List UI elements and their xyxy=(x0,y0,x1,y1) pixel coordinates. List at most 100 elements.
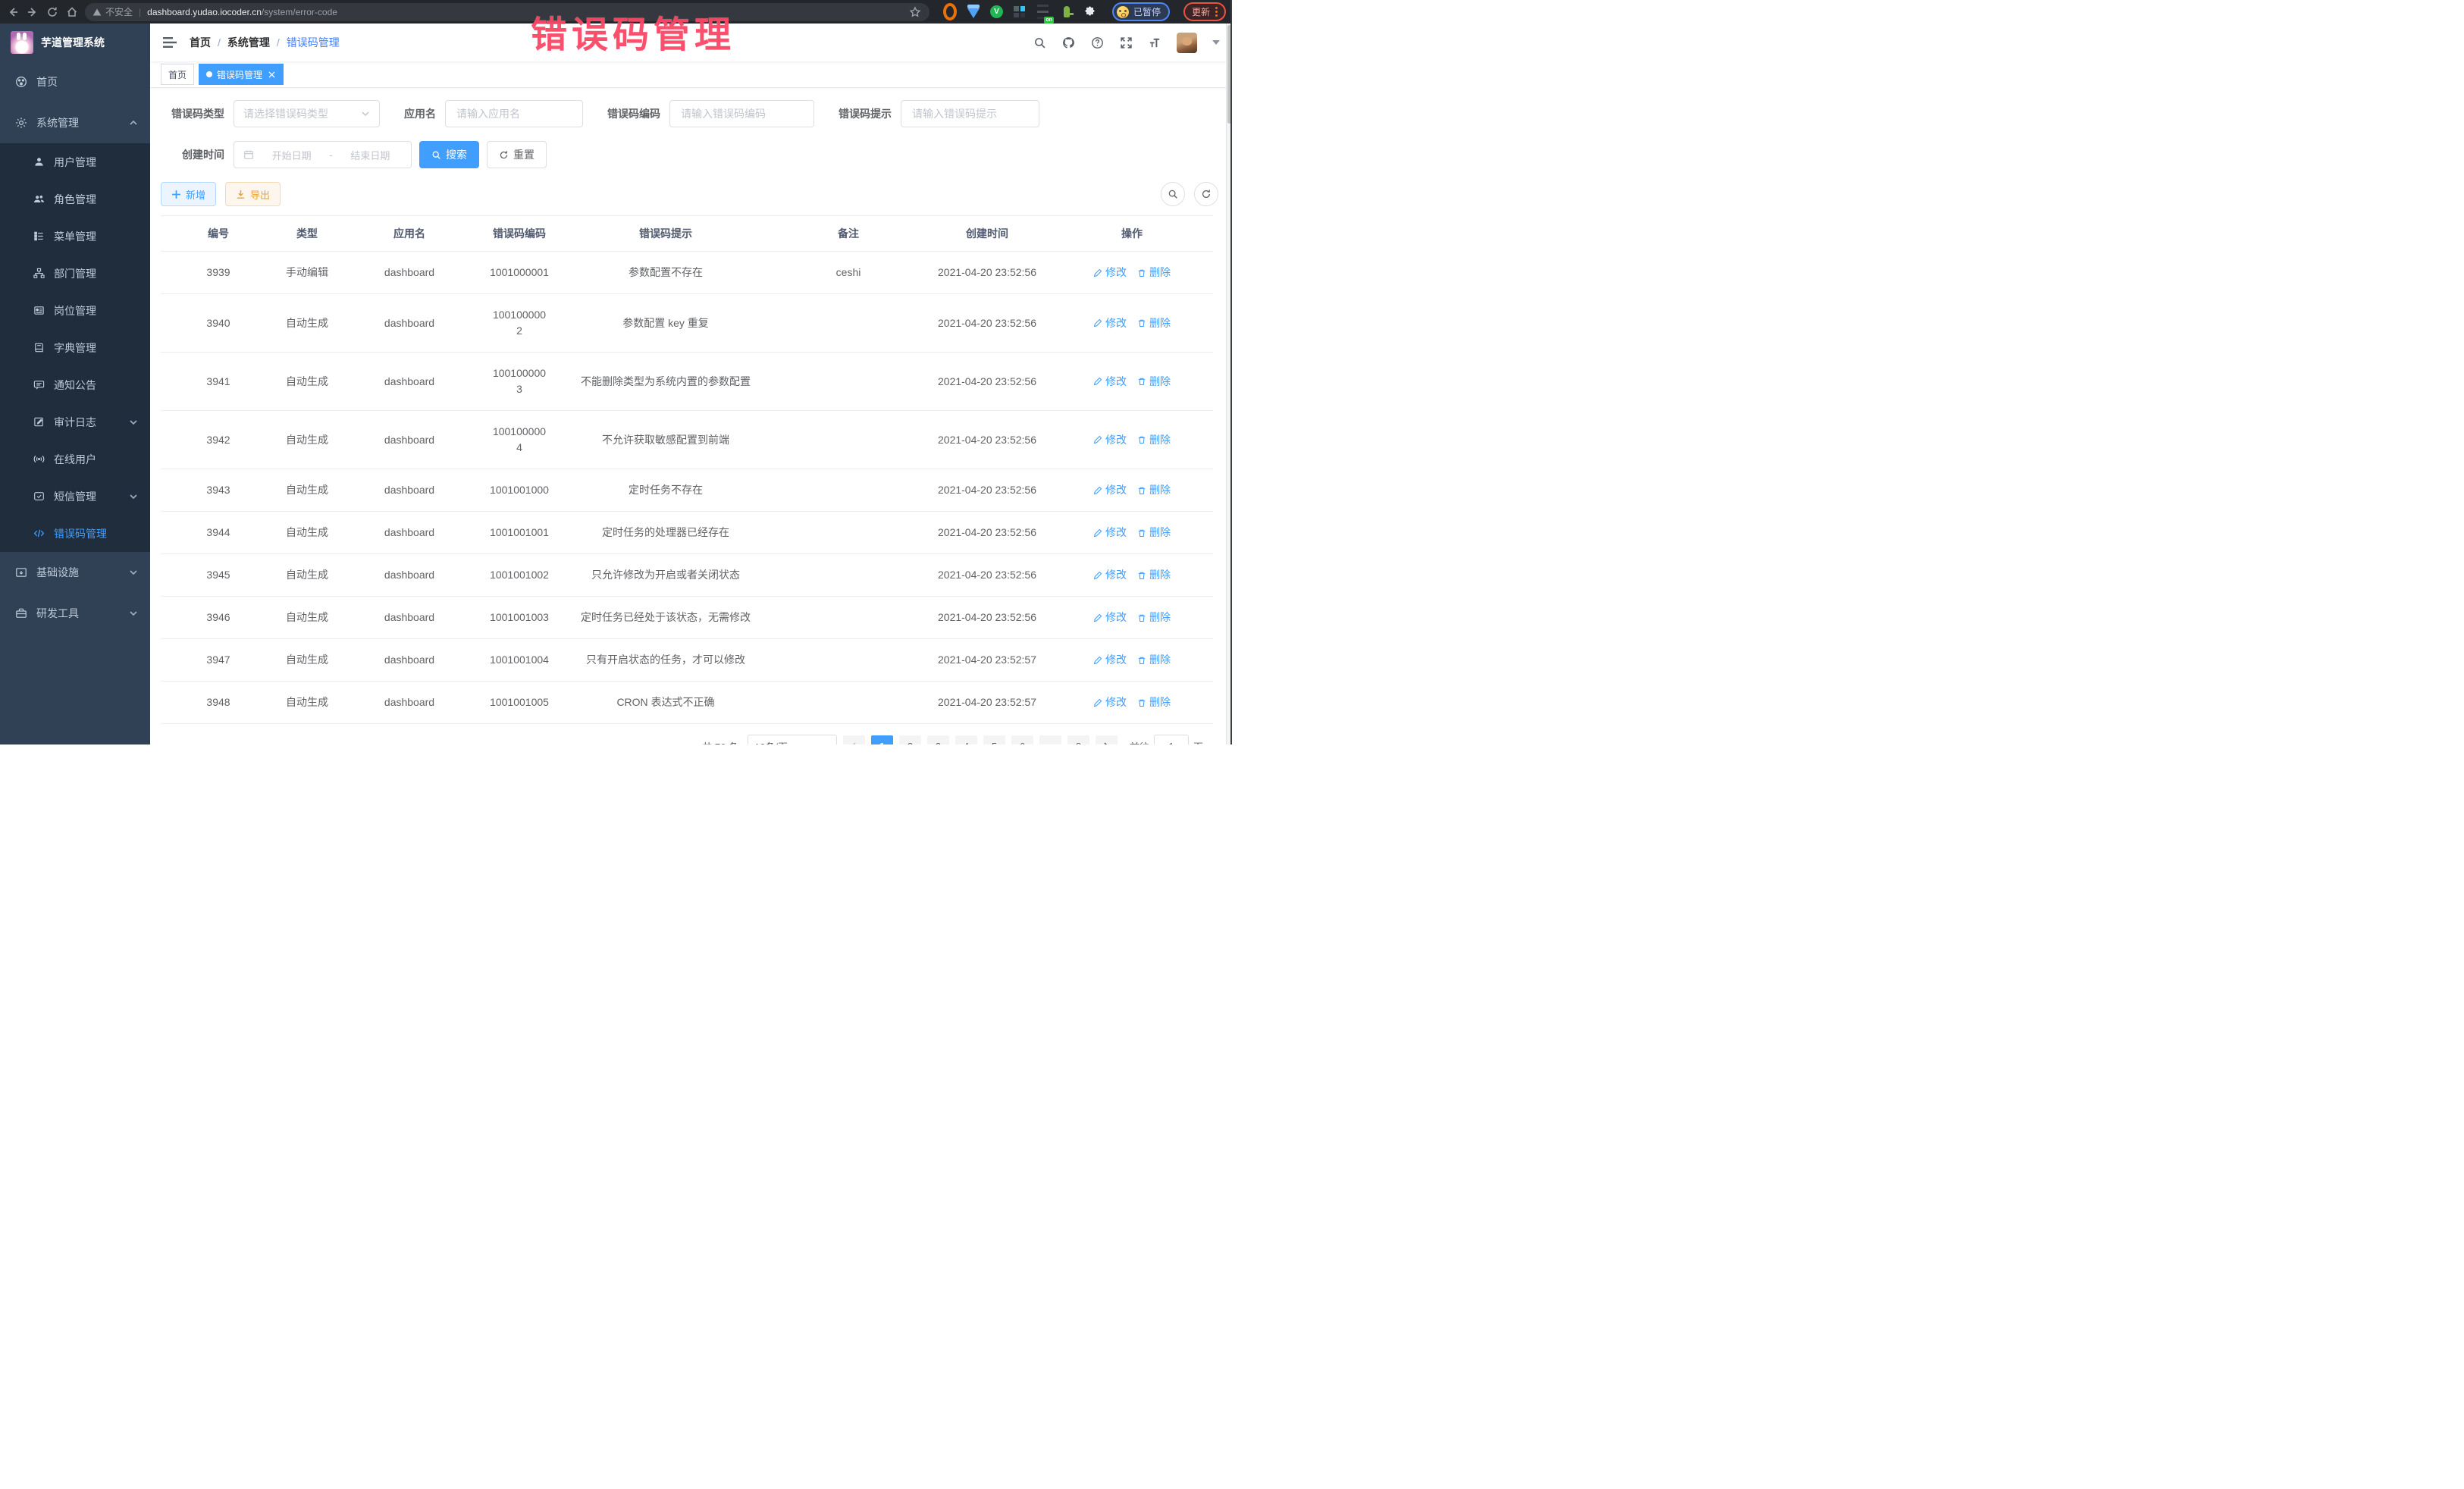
back-icon[interactable] xyxy=(6,5,20,19)
sidebar-item-home[interactable]: 首页 xyxy=(0,61,150,102)
page-button-2[interactable]: 2 xyxy=(899,735,921,744)
page-button-5[interactable]: 5 xyxy=(983,735,1005,744)
github-icon[interactable] xyxy=(1061,36,1075,49)
not-secure-warning[interactable]: 不安全 xyxy=(92,5,133,18)
more-pages-button[interactable] xyxy=(1039,735,1061,744)
help-icon[interactable] xyxy=(1090,36,1104,49)
sidebar-item-notices[interactable]: 通知公告 xyxy=(0,366,150,403)
error-code-input[interactable] xyxy=(679,107,804,121)
avatar-caret-icon[interactable] xyxy=(1212,40,1220,45)
sidebar-logo[interactable]: 芋道管理系统 xyxy=(0,24,150,61)
extension-orange-ring-icon[interactable] xyxy=(943,5,957,19)
delete-link[interactable]: 删除 xyxy=(1137,265,1171,281)
sidebar-item-dicts[interactable]: 字典管理 xyxy=(0,329,150,366)
sidebar-item-audit-log[interactable]: 审计日志 xyxy=(0,403,150,440)
browser-update-button[interactable]: 更新 xyxy=(1183,2,1226,21)
extension-switch-icon[interactable]: on xyxy=(1036,5,1050,19)
extension-green-v-icon[interactable]: V xyxy=(990,5,1003,18)
edit-link[interactable]: 修改 xyxy=(1093,315,1127,331)
gear-icon xyxy=(15,117,27,129)
extension-grid-icon[interactable] xyxy=(1013,5,1027,19)
search-icon[interactable] xyxy=(1033,36,1046,49)
cell-type: 自动生成 xyxy=(276,682,338,724)
sidebar-item-users[interactable]: 用户管理 xyxy=(0,143,150,180)
breadcrumb-system[interactable]: 系统管理 xyxy=(227,35,270,50)
edit-link[interactable]: 修改 xyxy=(1093,482,1127,498)
reset-button[interactable]: 重置 xyxy=(487,141,547,168)
cell-app: dashboard xyxy=(338,554,481,597)
page-button-3[interactable]: 3 xyxy=(927,735,949,744)
fullscreen-icon[interactable] xyxy=(1119,36,1133,49)
edit-link[interactable]: 修改 xyxy=(1093,567,1127,583)
delete-link[interactable]: 删除 xyxy=(1137,525,1171,541)
edit-link[interactable]: 修改 xyxy=(1093,610,1127,625)
breadcrumb-current[interactable]: 错误码管理 xyxy=(287,35,340,50)
error-msg-input[interactable] xyxy=(911,107,1030,121)
kebab-menu-icon[interactable] xyxy=(1215,7,1218,17)
delete-link[interactable]: 删除 xyxy=(1137,567,1171,583)
goto-page-input[interactable] xyxy=(1154,735,1189,744)
sidebar-item-menus[interactable]: 菜单管理 xyxy=(0,218,150,255)
page-size-select[interactable]: 10条/页 xyxy=(748,735,837,744)
forward-icon[interactable] xyxy=(26,5,39,19)
delete-link[interactable]: 删除 xyxy=(1137,652,1171,668)
bookmark-star-icon[interactable] xyxy=(908,5,922,19)
delete-link[interactable]: 删除 xyxy=(1137,432,1171,448)
delete-link[interactable]: 删除 xyxy=(1137,694,1171,710)
extension-blue-gem-icon[interactable] xyxy=(967,5,980,19)
home-icon[interactable] xyxy=(65,5,79,19)
edit-link[interactable]: 修改 xyxy=(1093,374,1127,390)
delete-link[interactable]: 删除 xyxy=(1137,482,1171,498)
user-avatar[interactable] xyxy=(1177,33,1197,53)
delete-link[interactable]: 删除 xyxy=(1137,374,1171,390)
search-button[interactable]: 搜索 xyxy=(419,141,479,168)
edit-link[interactable]: 修改 xyxy=(1093,652,1127,668)
error-type-select[interactable]: 请选择错误码类型 xyxy=(234,100,380,127)
tags-view: 首页 错误码管理 xyxy=(150,61,1232,88)
delete-link[interactable]: 删除 xyxy=(1137,315,1171,331)
prev-page-button[interactable] xyxy=(843,735,865,744)
sidebar-item-posts[interactable]: 岗位管理 xyxy=(0,292,150,329)
sidebar-item-infrastructure[interactable]: 基础设施 xyxy=(0,552,150,593)
edit-link[interactable]: 修改 xyxy=(1093,525,1127,541)
sidebar-item-error-code[interactable]: 错误码管理 xyxy=(0,515,150,552)
breadcrumb-home[interactable]: 首页 xyxy=(190,35,211,50)
edit-link[interactable]: 修改 xyxy=(1093,694,1127,710)
create-time-range-picker[interactable]: 开始日期 - 结束日期 xyxy=(234,141,412,168)
sidebar-item-label: 审计日志 xyxy=(54,415,96,430)
tag-home[interactable]: 首页 xyxy=(161,64,194,85)
sidebar-item-system[interactable]: 系统管理 xyxy=(0,102,150,143)
add-button[interactable]: 新增 xyxy=(161,182,216,206)
reload-icon[interactable] xyxy=(45,5,59,19)
sidebar-item-sms[interactable]: 短信管理 xyxy=(0,478,150,515)
delete-link[interactable]: 删除 xyxy=(1137,610,1171,625)
hamburger-icon[interactable] xyxy=(162,35,177,50)
sidebar-item-online-users[interactable]: 在线用户 xyxy=(0,440,150,478)
sidebar-item-departments[interactable]: 部门管理 xyxy=(0,255,150,292)
font-size-icon[interactable] xyxy=(1148,36,1161,49)
tag-error-code[interactable]: 错误码管理 xyxy=(199,64,284,85)
app-name-input[interactable] xyxy=(455,107,573,121)
refresh-table-button[interactable] xyxy=(1194,182,1218,206)
cell-id: 3944 xyxy=(161,512,276,554)
export-button[interactable]: 导出 xyxy=(225,182,281,206)
edit-link[interactable]: 修改 xyxy=(1093,432,1127,448)
sidebar-item-roles[interactable]: 角色管理 xyxy=(0,180,150,218)
page-button-4[interactable]: 4 xyxy=(955,735,977,744)
close-icon[interactable] xyxy=(267,70,276,79)
url-text[interactable]: dashboard.yudao.iocoder.cn/system/error-… xyxy=(147,7,337,17)
address-bar[interactable]: 不安全 | dashboard.yudao.iocoder.cn/system/… xyxy=(85,3,929,21)
cell-created: 2021-04-20 23:52:56 xyxy=(923,512,1051,554)
page-button-1[interactable]: 1 xyxy=(871,735,893,744)
page-button-6[interactable]: 6 xyxy=(1011,735,1033,744)
page-button-8[interactable]: 8 xyxy=(1067,735,1089,744)
extension-key-icon[interactable] xyxy=(1060,5,1074,19)
edit-link[interactable]: 修改 xyxy=(1093,265,1127,281)
sidebar-item-dev-tools[interactable]: 研发工具 xyxy=(0,593,150,634)
show-search-toggle-button[interactable] xyxy=(1161,182,1185,206)
next-page-button[interactable] xyxy=(1096,735,1118,744)
cell-code: 1001001002 xyxy=(481,554,558,597)
profile-sync-paused-chip[interactable]: 已暂停 xyxy=(1112,2,1170,21)
error-code-table: 编号 类型 应用名 错误码编码 错误码提示 备注 创建时间 操作 3939手动编 xyxy=(161,215,1213,724)
extensions-puzzle-icon[interactable] xyxy=(1083,5,1097,19)
